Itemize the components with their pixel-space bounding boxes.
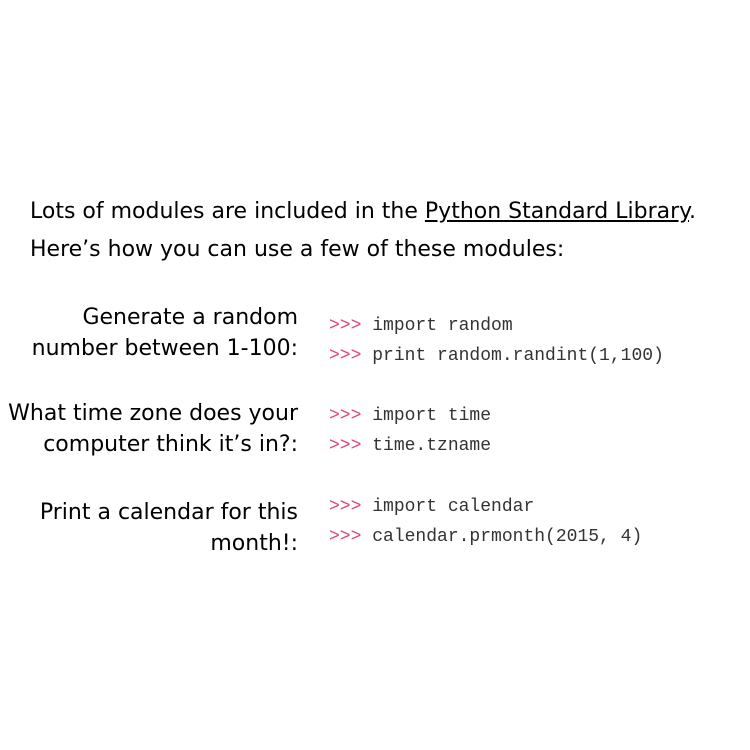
- intro-line-2: Here’s how you can use a few of these mo…: [30, 237, 565, 262]
- prompt: >>>: [329, 497, 362, 517]
- code-text: import time: [372, 406, 492, 426]
- code-line: >>> import calendar: [329, 492, 642, 522]
- code-line: >>> print random.randint(1,100): [329, 341, 664, 371]
- description-line: What time zone does your: [8, 401, 298, 426]
- description-line: month!:: [210, 531, 298, 556]
- example-description: Print a calendar for this month!:: [0, 497, 298, 559]
- intro-line-1: Lots of modules are included in the Pyth…: [30, 193, 696, 231]
- prompt: >>>: [329, 316, 362, 336]
- code-line: >>> import time: [329, 401, 491, 431]
- code-line: >>> calendar.prmonth(2015, 4): [329, 522, 642, 552]
- intro-text: Lots of modules are included in the Pyth…: [30, 193, 696, 269]
- code-text: calendar.prmonth(2015, 4): [372, 527, 643, 547]
- code-text: time.tzname: [372, 436, 492, 456]
- description-line: number between 1-100:: [31, 336, 298, 361]
- code-block: >>> import random >>> print random.randi…: [329, 311, 664, 371]
- code-text: import random: [372, 316, 513, 336]
- description-line: Generate a random: [82, 305, 298, 330]
- code-line: >>> import random: [329, 311, 664, 341]
- example-description: Generate a random number between 1-100:: [0, 302, 298, 364]
- description-line: Print a calendar for this: [39, 500, 298, 525]
- code-text: print random.randint(1,100): [372, 346, 664, 366]
- python-standard-library-link[interactable]: Python Standard Library: [425, 199, 689, 224]
- prompt: >>>: [329, 527, 362, 547]
- code-text: import calendar: [372, 497, 535, 517]
- intro-line-1-prefix: Lots of modules are included in the: [30, 199, 425, 224]
- description-line: computer think it’s in?:: [43, 432, 298, 457]
- code-line: >>> time.tzname: [329, 431, 491, 461]
- intro-line-1-suffix: .: [689, 199, 697, 224]
- example-description: What time zone does your computer think …: [0, 398, 298, 460]
- code-block: >>> import time >>> time.tzname: [329, 401, 491, 461]
- prompt: >>>: [329, 406, 362, 426]
- code-block: >>> import calendar >>> calendar.prmonth…: [329, 492, 642, 552]
- prompt: >>>: [329, 346, 362, 366]
- prompt: >>>: [329, 436, 362, 456]
